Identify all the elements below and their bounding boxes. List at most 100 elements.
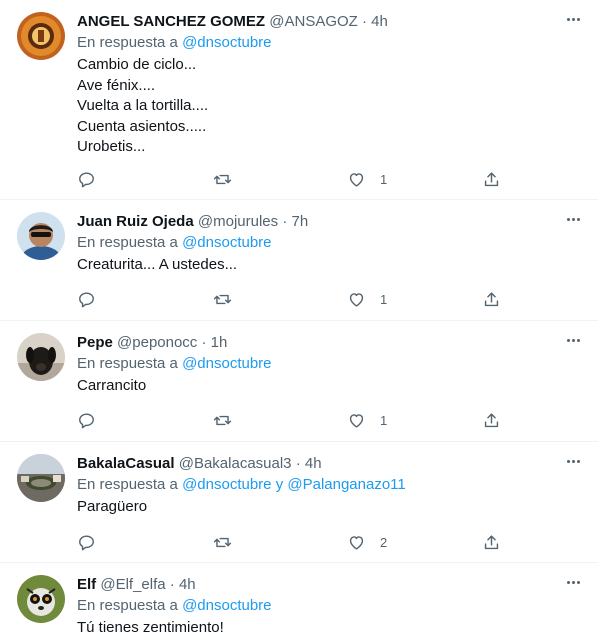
- tweet-header: Pepe @peponocc · 1h: [77, 333, 554, 353]
- timestamp[interactable]: 1h: [211, 334, 228, 351]
- author-name[interactable]: BakalaCasual: [77, 455, 175, 472]
- retweet-icon: [213, 294, 232, 304]
- mention-link[interactable]: @dnsoctubre: [182, 355, 271, 372]
- tweet[interactable]: Elf @Elf_elfa · 4h En respuesta a @dnsoc…: [0, 563, 598, 642]
- retweet-icon: [213, 415, 232, 425]
- mention-link[interactable]: @dnsoctubre: [182, 234, 271, 251]
- avatar[interactable]: [17, 12, 65, 60]
- share-button[interactable]: [482, 289, 501, 309]
- mention-joiner: y: [275, 476, 284, 493]
- reply-context: En respuesta a @dnsoctubre y @Palanganaz…: [77, 475, 554, 495]
- retweet-button[interactable]: [213, 410, 232, 430]
- retweet-icon: [213, 537, 232, 547]
- tweet-content: Pepe @peponocc · 1h En respuesta a @dnso…: [77, 333, 554, 397]
- author-name[interactable]: Pepe: [77, 334, 113, 351]
- tweet-text-line: Carrancito: [77, 377, 147, 394]
- author-name[interactable]: Juan Ruiz Ojeda: [77, 213, 194, 230]
- separator: ·: [295, 455, 301, 472]
- more-icon[interactable]: [562, 12, 584, 26]
- tweet-text: Carrancito: [77, 376, 554, 397]
- tweet-content: Elf @Elf_elfa · 4h En respuesta a @dnsoc…: [77, 575, 554, 639]
- tweet-text-line: Ave fénix....: [77, 76, 156, 94]
- like-button[interactable]: 1: [347, 410, 387, 430]
- share-button[interactable]: [482, 532, 501, 552]
- like-icon: [349, 535, 364, 550]
- reply-context: En respuesta a @dnsoctubre: [77, 33, 554, 53]
- tweet-content: Juan Ruiz Ojeda @mojurules · 7h En respu…: [77, 212, 554, 276]
- separator: ·: [201, 334, 207, 351]
- tweet-text-line: Creaturita... A ustedes...: [77, 256, 238, 273]
- retweet-button[interactable]: [213, 532, 232, 552]
- avatar[interactable]: [17, 454, 65, 502]
- reply-icon: [79, 171, 94, 187]
- tweet-header: Elf @Elf_elfa · 4h: [77, 575, 554, 595]
- tweet-text-line: Cuenta asientos.....: [77, 117, 207, 135]
- timestamp[interactable]: 7h: [291, 213, 308, 230]
- timestamp[interactable]: 4h: [371, 13, 388, 30]
- share-button[interactable]: [482, 410, 501, 430]
- tweet[interactable]: BakalaCasual @Bakalacasual3 · 4h En resp…: [0, 442, 598, 563]
- mention-link[interactable]: @dnsoctubre: [182, 476, 271, 493]
- author-handle[interactable]: @Elf_elfa: [100, 576, 165, 593]
- author-handle[interactable]: @mojurules: [198, 213, 278, 230]
- retweet-button[interactable]: [213, 169, 232, 189]
- reply-button[interactable]: [77, 532, 96, 552]
- reply-context: En respuesta a @dnsoctubre: [77, 233, 554, 253]
- like-count: 1: [380, 291, 388, 307]
- reply-prefix: En respuesta a: [77, 234, 178, 251]
- tweet-text-line: Vuelta a la tortilla....: [77, 97, 209, 114]
- avatar[interactable]: [17, 575, 65, 623]
- more-icon[interactable]: [562, 575, 584, 589]
- tweet-text-line: Cambio de ciclo...: [77, 56, 197, 73]
- like-count: 1: [380, 412, 388, 428]
- tweet[interactable]: Pepe @peponocc · 1h En respuesta a @dnso…: [0, 321, 598, 442]
- reply-button[interactable]: [77, 410, 96, 430]
- tweet[interactable]: Juan Ruiz Ojeda @mojurules · 7h En respu…: [0, 200, 598, 321]
- tweet-actions: 1: [77, 289, 598, 309]
- reply-icon: [79, 291, 94, 307]
- tweet-actions: 1: [77, 169, 598, 189]
- reply-prefix: En respuesta a: [77, 355, 178, 372]
- tweet-text: Creaturita... A ustedes...: [77, 255, 554, 276]
- tweet-text-line: Urobetis...: [77, 138, 146, 155]
- timestamp[interactable]: 4h: [305, 455, 322, 472]
- like-button[interactable]: 2: [347, 532, 387, 552]
- like-icon: [349, 172, 364, 187]
- share-button[interactable]: [482, 169, 501, 189]
- reply-prefix: En respuesta a: [77, 597, 178, 614]
- author-handle[interactable]: @ANSAGOZ: [269, 13, 358, 30]
- share-icon: [484, 412, 499, 427]
- reply-icon: [79, 534, 94, 550]
- reply-button[interactable]: [77, 169, 96, 189]
- retweet-icon: [213, 174, 232, 184]
- more-icon[interactable]: [562, 454, 584, 468]
- tweet-content: BakalaCasual @Bakalacasual3 · 4h En resp…: [77, 454, 554, 518]
- separator: ·: [282, 213, 288, 230]
- tweet-content: ANGEL SANCHEZ GOMEZ @ANSAGOZ · 4h En res…: [77, 12, 554, 158]
- mention-link[interactable]: @Palanganazo11: [287, 476, 405, 493]
- retweet-button[interactable]: [213, 289, 232, 309]
- author-handle[interactable]: @Bakalacasual3: [179, 455, 292, 472]
- author-handle[interactable]: @peponocc: [117, 334, 197, 351]
- timestamp[interactable]: 4h: [179, 576, 196, 593]
- tweet-text: Paragüero: [77, 497, 554, 518]
- author-name[interactable]: ANGEL SANCHEZ GOMEZ: [77, 13, 265, 30]
- reply-prefix: En respuesta a: [77, 476, 178, 493]
- more-icon[interactable]: [562, 212, 584, 226]
- mention-link[interactable]: @dnsoctubre: [182, 34, 271, 51]
- tweet-text: Tú tienes zentimiento!: [77, 618, 554, 639]
- avatar[interactable]: [17, 333, 65, 381]
- author-name[interactable]: Elf: [77, 576, 96, 593]
- more-icon[interactable]: [562, 333, 584, 347]
- reply-button[interactable]: [77, 289, 96, 309]
- like-button[interactable]: 1: [347, 289, 387, 309]
- tweet[interactable]: ANGEL SANCHEZ GOMEZ @ANSAGOZ · 4h En res…: [0, 0, 598, 200]
- like-count: 2: [380, 534, 388, 550]
- share-icon: [484, 171, 499, 186]
- avatar[interactable]: [17, 212, 65, 260]
- reply-prefix: En respuesta a: [77, 34, 178, 51]
- separator: ·: [169, 576, 175, 593]
- mention-link[interactable]: @dnsoctubre: [182, 597, 271, 614]
- tweet-header: BakalaCasual @Bakalacasual3 · 4h: [77, 454, 554, 474]
- like-button[interactable]: 1: [347, 169, 387, 189]
